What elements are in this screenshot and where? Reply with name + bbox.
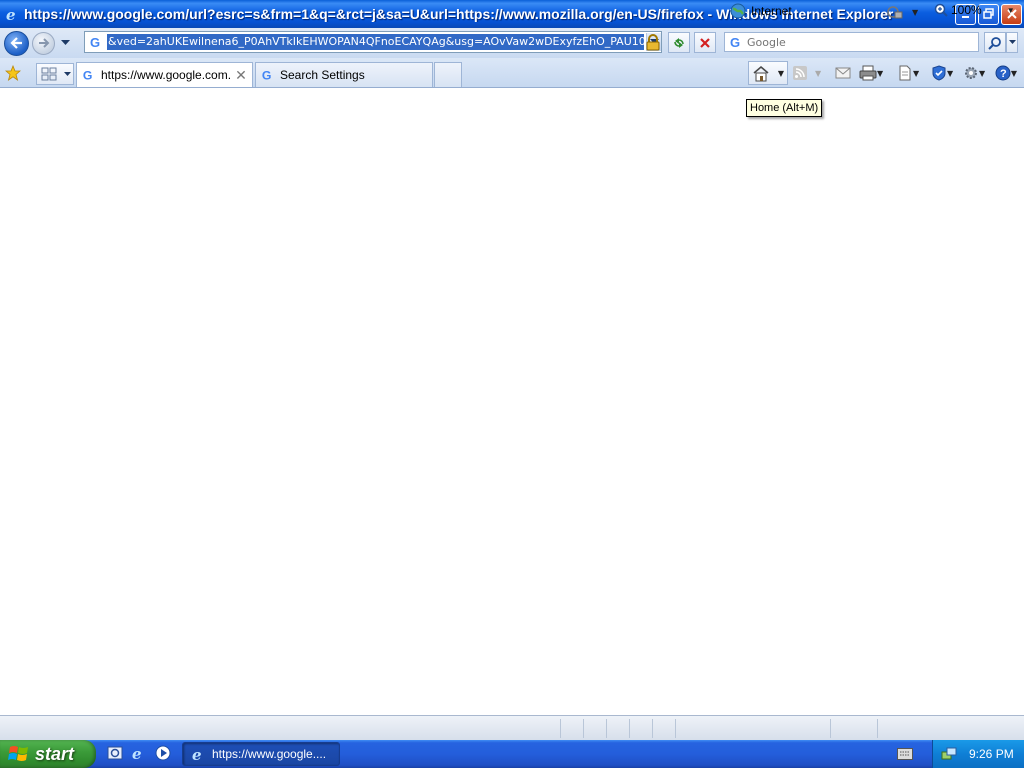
tab-label: https://www.google.com... <box>101 68 230 82</box>
print-icon <box>859 65 877 81</box>
page-content[interactable] <box>0 88 1024 715</box>
lock-icon <box>646 33 660 50</box>
back-button[interactable] <box>4 30 29 56</box>
system-tray: 9:26 PM <box>932 740 1024 768</box>
refresh-button[interactable] <box>668 32 690 53</box>
tools-menu-button[interactable]: ▼ <box>960 61 990 85</box>
quick-launch-ie[interactable]: e <box>130 744 148 762</box>
feeds-button[interactable]: ▼ <box>790 61 830 85</box>
svg-text:G: G <box>90 35 100 50</box>
refresh-icon <box>674 37 684 48</box>
tab-label: Search Settings <box>280 68 365 82</box>
tab-bar: G https://www.google.com... ✕ G Search S… <box>0 58 1024 88</box>
print-button[interactable]: ▼ <box>856 61 892 85</box>
taskbar-ie-window[interactable]: e https://www.google.... <box>182 742 340 766</box>
clock[interactable]: 9:26 PM <box>969 747 1014 761</box>
security-report-button[interactable] <box>642 32 664 52</box>
taskbar: start e e https://www.google.... 9:26 PM <box>0 740 1024 768</box>
feeds-icon <box>793 66 807 80</box>
svg-text:e: e <box>132 745 142 761</box>
zoom-icon <box>934 3 948 17</box>
svg-text:e: e <box>6 6 16 22</box>
google-icon: G <box>83 68 93 82</box>
zone-label: Internet <box>751 4 792 18</box>
title-bar[interactable]: e https://www.google.com/url?esrc=s&frm=… <box>0 0 1024 28</box>
home-tooltip: Home (Alt+M) <box>746 99 823 117</box>
globe-icon <box>730 3 746 19</box>
chevron-down-icon <box>64 71 71 76</box>
safety-icon <box>932 65 946 81</box>
address-bar[interactable]: G &ved=2ahUKEwilnena6_P0AhVTkIkEHWOPAN4Q… <box>84 31 662 53</box>
page-icon <box>899 65 911 81</box>
mail-icon <box>835 67 851 79</box>
stop-icon <box>700 37 710 48</box>
command-bar: ▼ ▼ ▼ ▼ ▼ ▼ ? ▼ <box>748 60 1020 86</box>
svg-text:G: G <box>262 68 272 82</box>
language-bar[interactable] <box>896 746 914 762</box>
start-button[interactable]: start <box>0 740 96 768</box>
security-zone[interactable]: Internet <box>730 3 792 19</box>
help-icon: ? <box>995 65 1011 81</box>
stop-button[interactable] <box>694 32 716 53</box>
zoom-control[interactable]: 100% ▼ <box>934 3 1015 17</box>
home-button[interactable]: ▼ <box>748 61 788 85</box>
protected-mode-status[interactable]: ▼ <box>886 4 918 20</box>
network-icon[interactable] <box>941 746 957 762</box>
windows-logo-icon <box>8 746 28 761</box>
search-options-dropdown[interactable] <box>1006 32 1018 53</box>
new-tab-button[interactable] <box>434 62 462 87</box>
search-button[interactable] <box>984 32 1006 53</box>
search-box[interactable]: G <box>724 32 979 52</box>
chevron-down-icon <box>1008 40 1016 44</box>
svg-text:e: e <box>192 746 202 762</box>
quick-tabs-icon <box>41 67 57 81</box>
ie-icon: e <box>132 745 142 761</box>
svg-text:?: ? <box>1000 68 1007 80</box>
google-icon: G <box>730 35 740 50</box>
keyboard-icon <box>897 748 913 760</box>
home-icon <box>753 65 769 81</box>
zoom-level: 100% <box>951 3 982 17</box>
window-title: https://www.google.com/url?esrc=s&frm=1&… <box>24 6 894 22</box>
back-icon <box>9 37 22 49</box>
start-label: start <box>35 743 75 764</box>
favorites-center-button[interactable] <box>4 64 22 82</box>
chevron-down-icon <box>60 40 70 45</box>
search-input[interactable] <box>747 35 978 49</box>
close-tab-icon[interactable]: ✕ <box>235 67 247 84</box>
forward-button[interactable] <box>32 31 55 55</box>
page-menu-button[interactable]: ▼ <box>894 61 926 85</box>
ie-icon: e <box>192 746 202 762</box>
quick-launch: e <box>106 744 172 762</box>
read-mail-button[interactable] <box>832 61 854 85</box>
svg-text:G: G <box>83 68 93 82</box>
safety-menu-button[interactable]: ▼ <box>928 61 958 85</box>
tab-google-url[interactable]: G https://www.google.com... ✕ <box>76 62 253 87</box>
recent-pages-dropdown[interactable] <box>58 36 72 50</box>
task-label: https://www.google.... <box>212 747 327 761</box>
tools-icon <box>965 67 977 79</box>
quick-tabs-button[interactable] <box>36 63 74 85</box>
svg-text:G: G <box>730 35 740 50</box>
media-player-icon <box>155 745 171 761</box>
search-icon <box>988 36 1001 50</box>
mail-client-icon <box>107 746 123 760</box>
forward-icon <box>38 38 49 48</box>
google-icon: G <box>90 35 100 50</box>
quick-launch-media-player[interactable] <box>154 744 172 762</box>
favorites-star-icon <box>5 65 21 81</box>
tab-search-settings[interactable]: G Search Settings <box>255 62 433 87</box>
chevron-down-icon[interactable]: ▼ <box>912 8 918 17</box>
address-input[interactable]: &ved=2ahUKEwilnena6_P0AhVTkIkEHWOPAN4QFn… <box>107 34 644 50</box>
ie-icon: e <box>6 6 16 22</box>
status-bar <box>0 715 1024 740</box>
quick-launch-outlook[interactable] <box>106 744 124 762</box>
navigation-bar: G &ved=2ahUKEwilnena6_P0AhVTkIkEHWOPAN4Q… <box>0 28 1024 58</box>
chevron-down-icon[interactable]: ▼ <box>778 69 784 78</box>
chevron-down-icon[interactable]: ▼ <box>1007 6 1015 15</box>
help-menu-button[interactable]: ? ▼ <box>992 61 1020 85</box>
google-icon: G <box>262 68 272 82</box>
protected-mode-icon <box>887 6 903 19</box>
